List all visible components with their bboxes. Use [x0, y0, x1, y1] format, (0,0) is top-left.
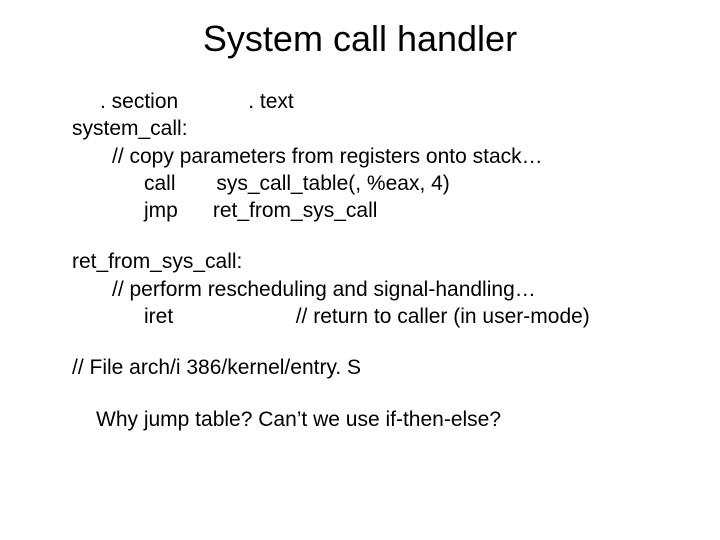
code-comment: // copy parameters from registers onto s… — [40, 143, 680, 170]
code-line: jmp ret_from_sys_call — [40, 197, 680, 224]
code-block-1: . section . text system_call: // copy pa… — [40, 88, 680, 224]
file-note: // File arch/i 386/kernel/entry. S — [40, 354, 680, 381]
slide-title: System call handler — [40, 18, 680, 60]
code-line: . section . text — [40, 88, 680, 115]
slide-body: . section . text system_call: // copy pa… — [40, 88, 680, 433]
code-block-2: ret_from_sys_call: // perform rescheduli… — [40, 248, 680, 330]
code-line: call sys_call_table(, %eax, 4) — [40, 170, 680, 197]
code-line: iret // return to caller (in user-mode) — [40, 303, 680, 330]
code-comment: // perform rescheduling and signal-handl… — [40, 276, 680, 303]
question-line: Why jump table? Can’t we use if-then-els… — [40, 406, 680, 433]
slide: System call handler . section . text sys… — [0, 0, 720, 540]
code-line: ret_from_sys_call: — [40, 248, 680, 275]
code-line: system_call: — [40, 115, 680, 142]
